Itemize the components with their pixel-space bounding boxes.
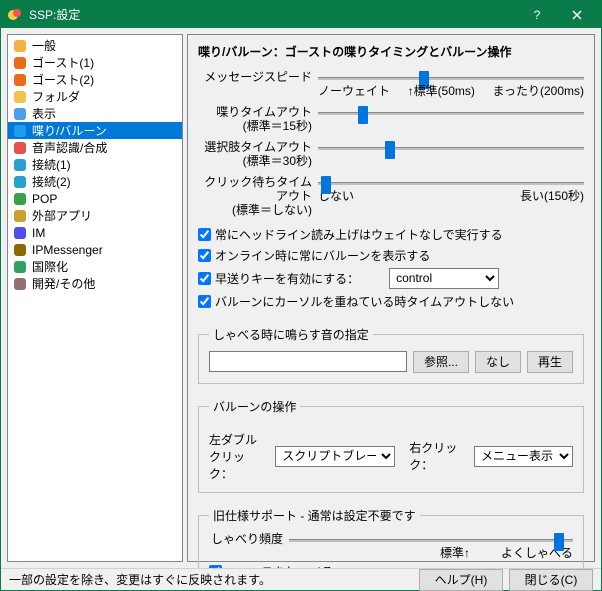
tick: 標準↑ [440, 544, 470, 561]
tree-item-display[interactable]: 表示 [8, 105, 182, 122]
i18n-icon [12, 259, 28, 275]
panel-title: 喋り/バルーン：ゴーストの喋りタイミングとバルーン操作 [198, 43, 584, 60]
tree-item-label: 接続(1) [32, 156, 71, 173]
talk-icon [12, 123, 28, 139]
sound-legend: しゃべる時に鳴らす音の指定 [209, 326, 373, 343]
window-title: SSP:設定 [29, 6, 517, 23]
tree-item-label: ゴースト(2) [32, 71, 94, 88]
sound-path-input[interactable] [209, 351, 407, 372]
label: オンライン時に常にバルーンを表示する [215, 247, 430, 264]
close-button-footer[interactable]: 閉じる(C) [509, 569, 593, 591]
ext-icon [12, 208, 28, 224]
tree-item-general[interactable]: 一般 [8, 37, 182, 54]
tree-item-ghost[interactable]: ゴースト(2) [8, 71, 182, 88]
tree-item-label: 喋り/バルーン [32, 122, 107, 139]
timeout-slider[interactable] [318, 112, 584, 115]
tree-item-label: 音声認識/合成 [32, 139, 107, 156]
balloon-ops-group: バルーンの操作 左ダブルクリック： スクリプトブレーク 右クリック： メニュー表… [198, 398, 584, 493]
fastkey-check[interactable]: 早送りキーを有効にする： [198, 270, 359, 287]
notimeout-check[interactable]: バルーンにカーソルを重ねている時タイムアウトしない [198, 293, 584, 310]
conn-icon [12, 174, 28, 190]
left-dblclick-label: 左ダブルクリック： [209, 431, 261, 482]
tree-item-label: 表示 [32, 105, 56, 122]
legacy-legend: 旧仕様サポート - 通常は設定不要です [209, 507, 420, 524]
sound-group: しゃべる時に鳴らす音の指定 参照... なし 再生 [198, 326, 584, 384]
choice-slider[interactable] [318, 147, 584, 150]
click-slider[interactable] [318, 182, 584, 185]
settings-panel: 喋り/バルーン：ゴーストの喋りタイミングとバルーン操作 メッセージスピード ノー… [187, 34, 595, 562]
statusbar: 一部の設定を除き、変更はすぐに反映されます。 ヘルプ(H) 閉じる(C) [1, 568, 601, 590]
headline-check[interactable]: 常にヘッドライン読み上げはウェイトなしで実行する [198, 226, 584, 243]
category-tree[interactable]: 一般ゴースト(1)ゴースト(2)フォルダ表示喋り/バルーン音声認識/合成接続(1… [7, 34, 183, 562]
general-icon [12, 38, 28, 54]
tree-item-label: 開発/その他 [32, 275, 95, 292]
click-label: クリック待ちタイムアウト (標準＝しない) [198, 175, 318, 218]
tick: ↑標準(50ms) [408, 82, 475, 99]
dev-icon [12, 276, 28, 292]
play-button[interactable]: 再生 [527, 351, 573, 373]
display-icon [12, 106, 28, 122]
freq-label: しゃべり頻度 [209, 532, 289, 546]
legacy-group: 旧仕様サポート - 通常は設定不要です しゃべり頻度 標準↑よくしゃべる ニュー… [198, 507, 584, 568]
ghost-icon [12, 72, 28, 88]
status-text: 一部の設定を除き、変更はすぐに反映されます。 [9, 571, 271, 588]
tree-item-im[interactable]: IM [8, 224, 182, 241]
app-icon [7, 7, 23, 23]
im-icon [12, 225, 28, 241]
tree-item-folder[interactable]: フォルダ [8, 88, 182, 105]
label: バルーンにカーソルを重ねている時タイムアウトしない [215, 293, 514, 310]
tree-item-conn[interactable]: 接続(1) [8, 156, 182, 173]
online-check[interactable]: オンライン時に常にバルーンを表示する [198, 247, 584, 264]
left-dblclick-select[interactable]: スクリプトブレーク [275, 446, 395, 467]
voice-icon [12, 140, 28, 156]
tree-item-pop[interactable]: POP [8, 190, 182, 207]
tree-item-label: 接続(2) [32, 173, 71, 190]
ipm-icon [12, 242, 28, 258]
fastkey-select[interactable]: controlshiftalt [389, 268, 499, 289]
tree-item-ipm[interactable]: IPMessenger [8, 241, 182, 258]
pop-icon [12, 191, 28, 207]
tree-item-voice[interactable]: 音声認識/合成 [8, 139, 182, 156]
tree-item-label: 外部アプリ [32, 207, 92, 224]
folder-icon [12, 89, 28, 105]
right-click-label: 右クリック： [409, 439, 460, 473]
tree-item-label: IPMessenger [32, 243, 103, 257]
tree-item-label: 一般 [32, 37, 56, 54]
tree-item-i18n[interactable]: 国際化 [8, 258, 182, 275]
titlebar: SSP:設定 ? [1, 1, 601, 28]
tick: 長い(150秒) [520, 187, 584, 204]
tree-item-dev[interactable]: 開発/その他 [8, 275, 182, 292]
close-button[interactable] [557, 2, 597, 28]
help-button[interactable]: ? [517, 2, 557, 28]
tick: まったり(200ms) [492, 82, 584, 99]
tree-item-label: IM [32, 226, 45, 240]
browse-button[interactable]: 参照... [413, 351, 469, 373]
tree-item-talk[interactable]: 喋り/バルーン [8, 122, 182, 139]
freq-slider[interactable] [289, 539, 573, 542]
label: 常にヘッドライン読み上げはウェイトなしで実行する [215, 226, 503, 243]
tree-item-label: 国際化 [32, 258, 68, 275]
tree-item-label: フォルダ [32, 88, 80, 105]
tree-item-ext[interactable]: 外部アプリ [8, 207, 182, 224]
choice-label: 選択肢タイムアウト (標準＝30秒) [198, 140, 318, 169]
help-button-footer[interactable]: ヘルプ(H) [419, 569, 503, 591]
conn-icon [12, 157, 28, 173]
balloon-ops-legend: バルーンの操作 [209, 398, 300, 415]
label: 早送りキーを有効にする： [215, 270, 359, 287]
timeout-label: 喋りタイムアウト (標準＝15秒) [198, 105, 318, 134]
speed-label: メッセージスピード [198, 70, 318, 84]
tick: ノーウェイト [318, 82, 390, 99]
clear-button[interactable]: なし [475, 351, 521, 373]
ghost-icon [12, 55, 28, 71]
tree-item-label: POP [32, 192, 57, 206]
right-click-select[interactable]: メニュー表示 [474, 446, 573, 467]
speed-slider[interactable] [318, 77, 584, 80]
tree-item-conn[interactable]: 接続(2) [8, 173, 182, 190]
tree-item-label: ゴースト(1) [32, 54, 94, 71]
tree-item-ghost[interactable]: ゴースト(1) [8, 54, 182, 71]
